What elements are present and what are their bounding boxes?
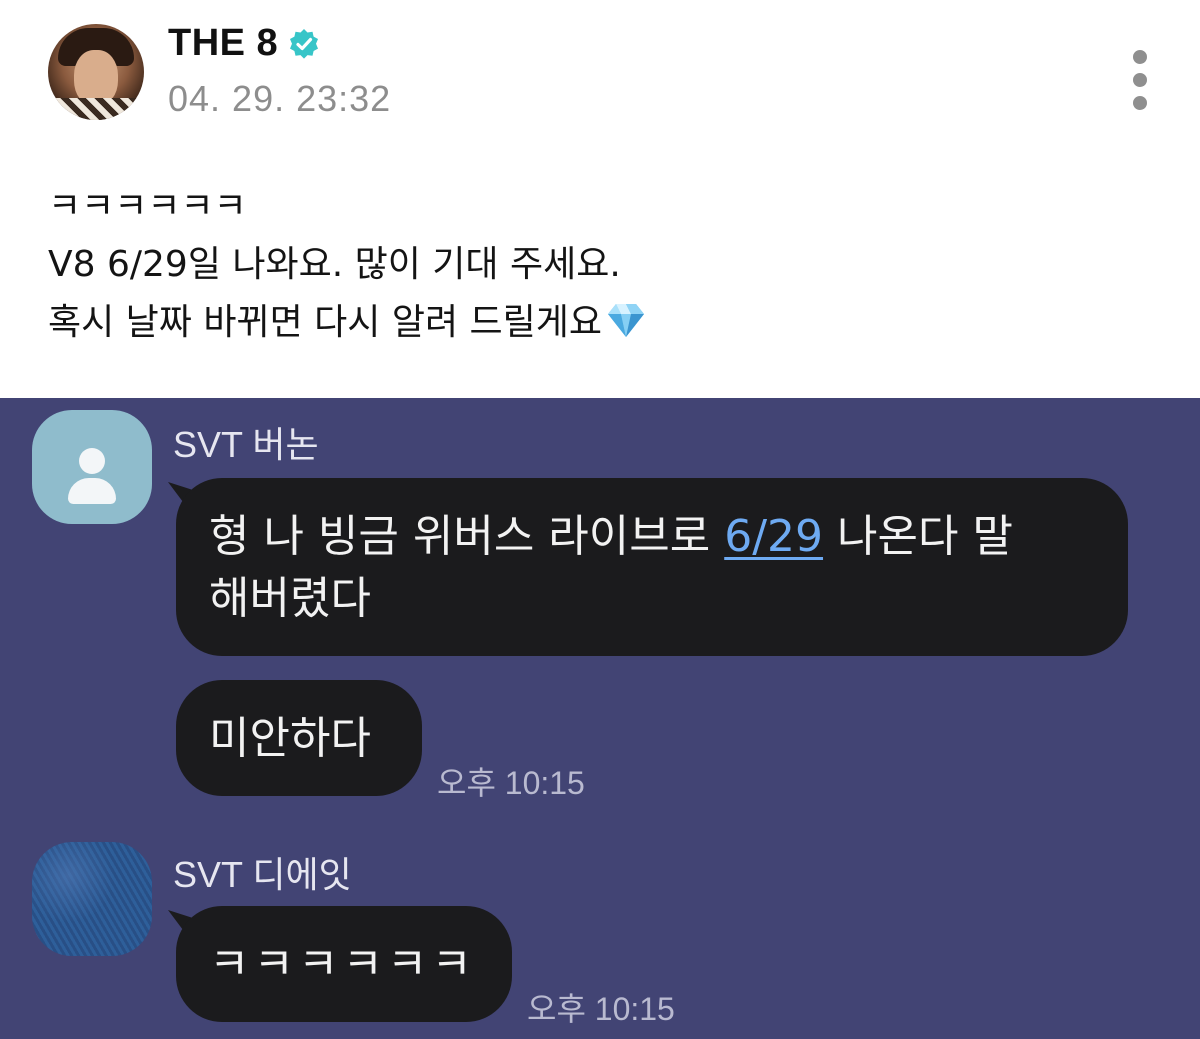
message-time: 오후 10:15 xyxy=(527,991,675,1027)
default-avatar-icon[interactable] xyxy=(32,410,152,524)
date-link[interactable]: 6/29 xyxy=(724,511,823,562)
message-text: ㅋㅋㅋㅋㅋㅋ xyxy=(209,939,476,990)
message-bubble[interactable]: ㅋㅋㅋㅋㅋㅋ xyxy=(176,906,512,1022)
post-line-1: ㅋㅋㅋㅋㅋㅋ xyxy=(48,186,247,227)
diamond-icon xyxy=(608,304,645,337)
post: THE 8 04. 29. 23:32 ㅋㅋㅋㅋㅋㅋ V8 6/29일 나와요.… xyxy=(0,0,1200,398)
more-options-icon[interactable] xyxy=(1126,50,1154,110)
message-bubble[interactable]: 미안하다 xyxy=(176,680,422,796)
message-bubble[interactable]: 형 나 빙금 위버스 라이브로 6/29 나온다 말 해버렸다 xyxy=(176,478,1128,656)
verified-badge-icon xyxy=(290,28,319,59)
message-text: 미안하다 xyxy=(209,713,371,764)
post-line-3-text: 혹시 날짜 바뀌면 다시 알려 드릴게요 xyxy=(48,302,603,343)
chat-screenshot: SVT 버논 형 나 빙금 위버스 라이브로 6/29 나온다 말 해버렸다 미… xyxy=(0,398,1200,1039)
author-avatar[interactable] xyxy=(48,24,144,120)
post-body: ㅋㅋㅋㅋㅋㅋ V8 6/29일 나와요. 많이 기대 주세요. 혹시 날짜 바뀌… xyxy=(48,178,1148,352)
post-line-2: V8 6/29일 나와요. 많이 기대 주세요. xyxy=(48,244,621,285)
message-text: 나온다 말 xyxy=(823,511,1013,562)
message-line: 형 나 빙금 위버스 라이브로 6/29 나온다 말 xyxy=(209,506,1128,568)
message-time: 오후 10:15 xyxy=(437,765,585,801)
sender-name-1: SVT 버논 xyxy=(173,424,319,465)
sender-name-2: SVT 디에잇 xyxy=(173,854,352,895)
message-text: 해버렸다 xyxy=(209,573,371,624)
post-timestamp: 04. 29. 23:32 xyxy=(168,78,392,119)
author-row: THE 8 xyxy=(168,22,320,65)
author-name[interactable]: THE 8 xyxy=(168,22,278,65)
message-text: 형 나 빙금 위버스 라이브로 xyxy=(209,511,725,562)
post-line-3: 혹시 날짜 바뀌면 다시 알려 드릴게요 xyxy=(48,294,1148,352)
avatar[interactable] xyxy=(32,842,152,956)
page: THE 8 04. 29. 23:32 ㅋㅋㅋㅋㅋㅋ V8 6/29일 나와요.… xyxy=(0,0,1200,1039)
